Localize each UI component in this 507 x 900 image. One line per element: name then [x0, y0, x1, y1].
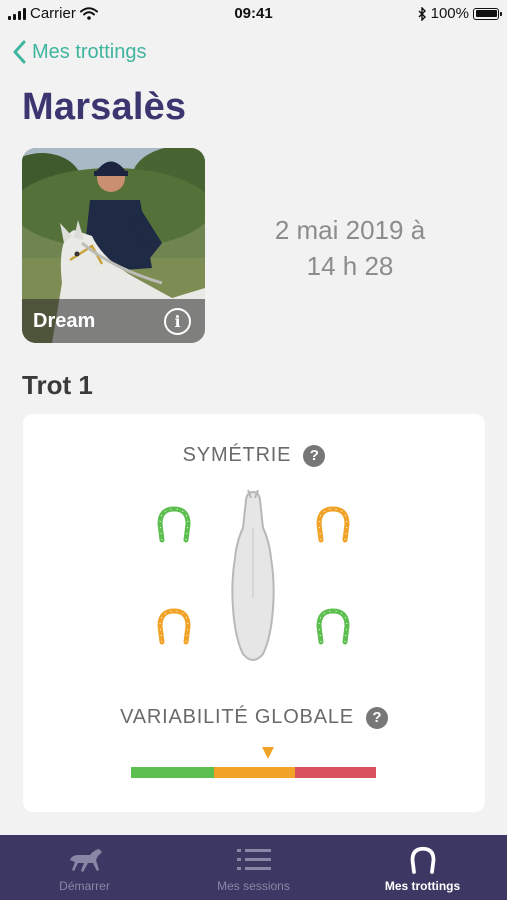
horseshoe-front-right-icon [316, 506, 350, 543]
horse-name: Dream [33, 310, 96, 332]
horseshoe-front-left-icon [157, 506, 191, 543]
bluetooth-icon [418, 6, 426, 21]
symmetry-help-icon[interactable]: ? [303, 444, 326, 467]
list-icon [236, 845, 271, 875]
tab-demarrer[interactable]: Démarrer [0, 835, 169, 900]
variability-segment-orange [214, 767, 295, 778]
session-date-line1: 2 mai 2019 à [274, 215, 426, 245]
horse-icon [66, 845, 104, 875]
status-right: 100% [418, 5, 502, 22]
status-bar: Carrier 09:41 100% [0, 0, 507, 28]
variability-bar [131, 767, 376, 778]
chevron-left-icon [13, 40, 26, 64]
variability-segment-green [131, 767, 214, 778]
back-label: Mes trottings [32, 40, 147, 63]
info-icon[interactable]: i [164, 308, 191, 335]
trot-card: SYMÉTRIE ? VARIABILITÉ GLOBALE ? [23, 414, 485, 812]
battery-percent: 100% [430, 5, 469, 22]
tab-label: Mes sessions [217, 879, 290, 893]
session-date-line2: 14 h 28 [306, 251, 394, 281]
symmetry-label: SYMÉTRIE [182, 444, 292, 466]
tab-label: Démarrer [59, 879, 110, 893]
variability-heading: VARIABILITÉ GLOBALE ? [23, 706, 485, 729]
symmetry-heading: SYMÉTRIE ? [23, 444, 485, 467]
tab-mes-trottings[interactable]: Mes trottings [338, 835, 507, 900]
tab-bar: Démarrer Mes sessions Mes trottings [0, 835, 507, 900]
horseshoe-icon [408, 845, 438, 875]
tab-label: Mes trottings [384, 879, 461, 893]
tab-mes-sessions[interactable]: Mes sessions [169, 835, 338, 900]
variability-label: VARIABILITÉ GLOBALE [120, 706, 354, 728]
horseshoe-hind-left-icon [157, 608, 191, 645]
rider-photo-card[interactable]: Dream i [22, 148, 205, 343]
horseshoe-hind-right-icon [316, 608, 350, 645]
variability-segment-red [295, 767, 376, 778]
variability-help-icon[interactable]: ? [365, 706, 388, 729]
session-date: 2 mai 2019 à 14 h 28 [240, 212, 460, 284]
battery-icon [473, 7, 502, 20]
trot-title: Trot 1 [22, 370, 93, 400]
horse-top-view-icon [231, 489, 275, 661]
variability-marker [262, 747, 275, 759]
back-button[interactable]: Mes trottings [12, 40, 146, 64]
page-title: Marsalès [22, 86, 187, 128]
